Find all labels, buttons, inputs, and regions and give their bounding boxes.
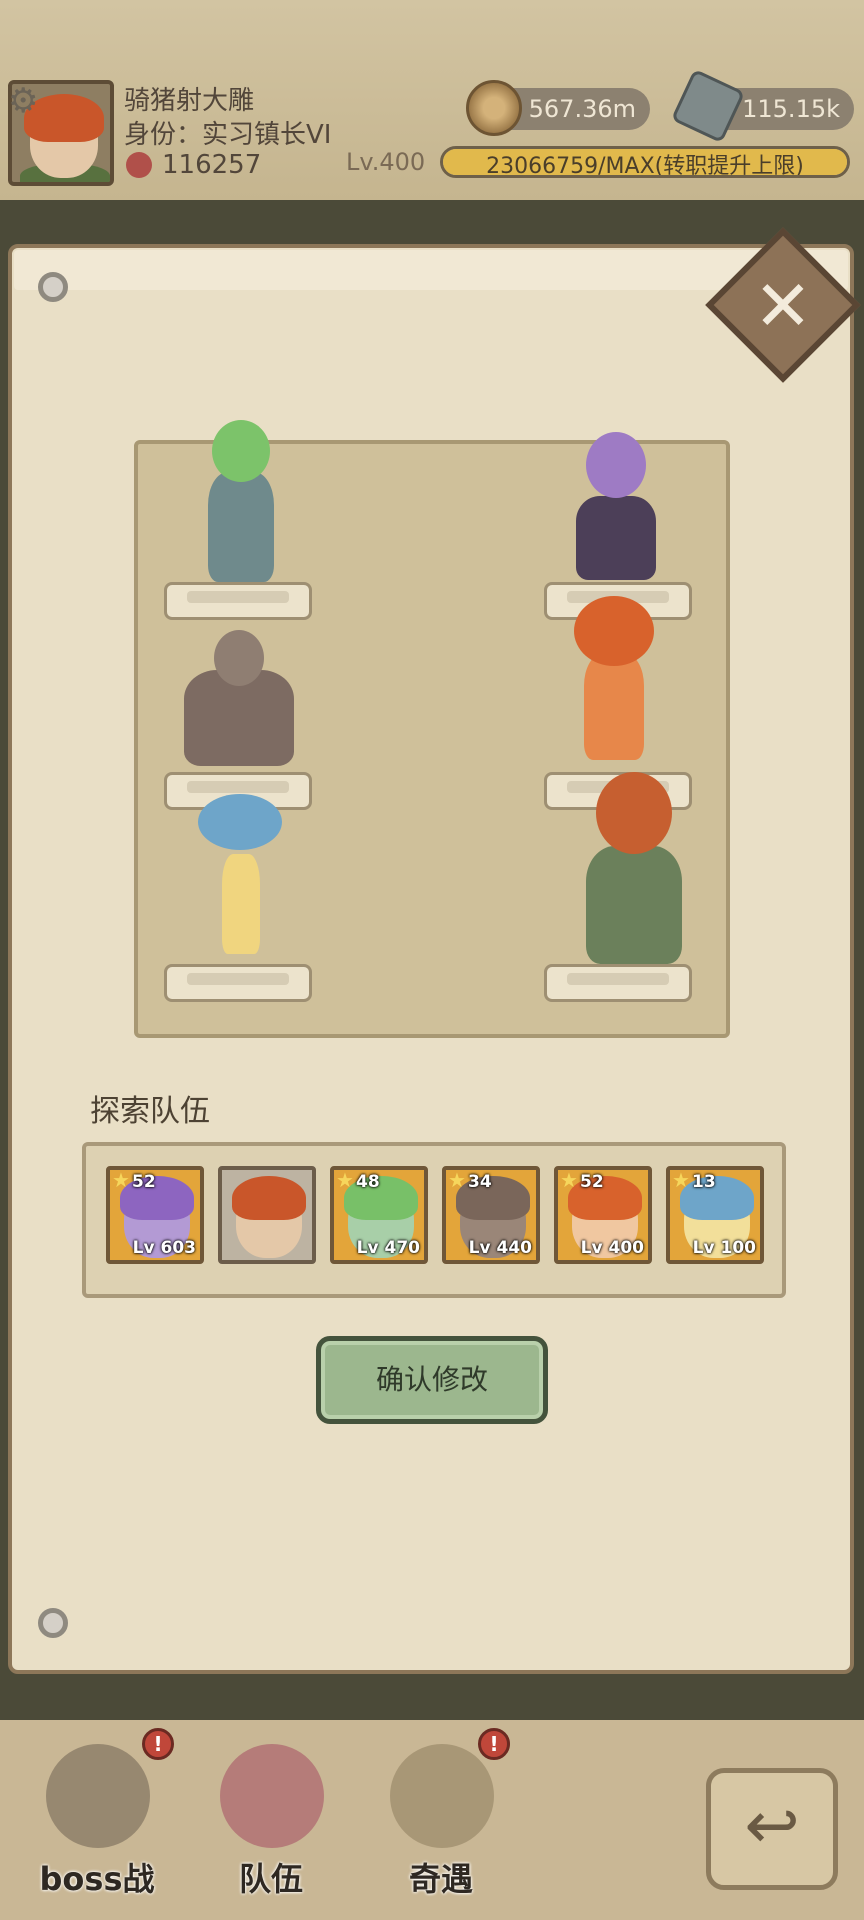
close-icon[interactable]: ✕ xyxy=(745,268,821,344)
hero-archer-boy[interactable] xyxy=(552,772,722,968)
hero-rock-golem[interactable] xyxy=(178,630,298,770)
star-icon: ★ xyxy=(560,1168,578,1192)
nav-label: boss战 xyxy=(39,1860,155,1898)
hero-golem-girl[interactable] xyxy=(196,420,286,585)
nav-team[interactable]: 队伍 xyxy=(196,1730,346,1910)
hero-stars: 52 xyxy=(132,1172,156,1192)
star-icon: ★ xyxy=(448,1168,466,1192)
player-name: 骑猪射大雕 xyxy=(124,86,255,116)
formation-slot[interactable] xyxy=(164,964,312,1002)
formation-slot[interactable] xyxy=(164,582,312,620)
gear-icon[interactable]: ⚙ xyxy=(8,84,38,118)
confirm-button[interactable]: 确认修改 xyxy=(316,1336,548,1424)
top-status-bar: ⚙ 骑猪射大雕 身份：实习镇长VI 116257 Lv.400 567.36m … xyxy=(0,0,864,200)
team-slot[interactable]: ★ 52 Lv 400 xyxy=(554,1166,652,1264)
notification-badge: ! xyxy=(478,1728,510,1760)
coin-bag-icon xyxy=(390,1744,494,1848)
gold-counter[interactable]: 567.36m xyxy=(466,80,650,136)
skull-icon xyxy=(46,1744,150,1848)
nav-label: 奇遇 xyxy=(408,1860,473,1898)
hero-level: Lv 470 xyxy=(356,1238,420,1258)
team-slot[interactable]: ★ 13 Lv 100 xyxy=(666,1166,764,1264)
team-slot[interactable]: ★ 48 Lv 470 xyxy=(330,1166,428,1264)
back-button[interactable]: ↩ xyxy=(706,1768,838,1890)
confirm-label: 确认修改 xyxy=(375,1363,488,1396)
hero-stars: 48 xyxy=(356,1172,380,1192)
pin-icon xyxy=(38,1608,68,1638)
hero-stars: 13 xyxy=(692,1172,716,1192)
formation-slot[interactable] xyxy=(544,964,692,1002)
hero-stars: 34 xyxy=(468,1172,492,1192)
gold-value: 567.36m xyxy=(528,95,636,123)
xp-text: 23066759/MAX(转职提升上限) xyxy=(486,154,804,178)
hero-level: Lv 603 xyxy=(132,1238,196,1258)
team-slot[interactable]: ★ 34 Lv 440 xyxy=(442,1166,540,1264)
hero-level: Lv 100 xyxy=(692,1238,756,1258)
team-title: 探索队伍 xyxy=(90,1094,210,1129)
power-icon xyxy=(126,152,152,178)
gem-value: 115.15k xyxy=(742,95,840,123)
return-arrow-icon: ↩ xyxy=(744,1787,800,1864)
scroll-top-edge xyxy=(14,250,848,290)
gem-counter[interactable]: 115.15k xyxy=(670,68,854,144)
hero-level: Lv 440 xyxy=(468,1238,532,1258)
team-slot[interactable] xyxy=(218,1166,316,1264)
power-value: 116257 xyxy=(162,150,262,180)
hero-level: Lv 400 xyxy=(580,1238,644,1258)
coin-icon xyxy=(466,80,522,136)
notification-badge: ! xyxy=(142,1728,174,1760)
flag-icon xyxy=(220,1744,324,1848)
star-icon: ★ xyxy=(336,1168,354,1192)
hero-octopus-girl[interactable] xyxy=(576,432,656,582)
player-rank: 身份：实习镇长VI xyxy=(124,120,332,150)
gem-icon xyxy=(670,68,746,144)
hero-mushroom-girl[interactable] xyxy=(198,794,282,954)
hero-fire-girl[interactable] xyxy=(566,596,662,762)
nav-label: 队伍 xyxy=(238,1860,303,1898)
hero-stars: 52 xyxy=(580,1172,604,1192)
star-icon: ★ xyxy=(112,1168,130,1192)
pin-icon xyxy=(38,272,68,302)
player-level: Lv.400 xyxy=(346,148,426,176)
xp-bar: 23066759/MAX(转职提升上限) xyxy=(440,146,850,178)
team-slot[interactable]: ★ 52 Lv 603 xyxy=(106,1166,204,1264)
star-icon: ★ xyxy=(672,1168,690,1192)
